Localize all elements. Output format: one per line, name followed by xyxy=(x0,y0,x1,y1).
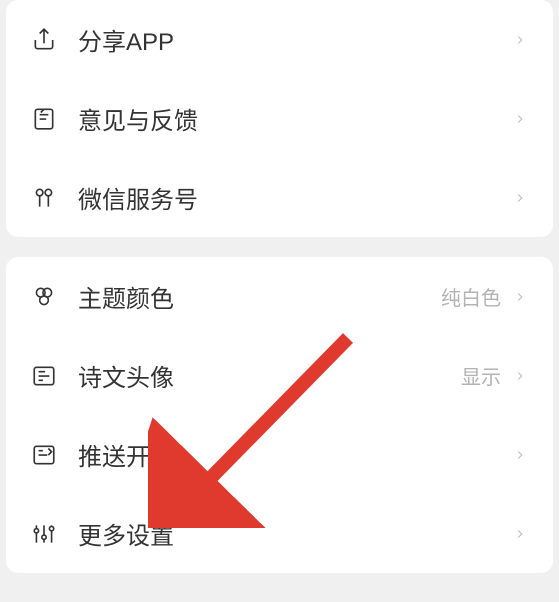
chevron-right-icon xyxy=(511,367,529,385)
menu-item-feedback[interactable]: 意见与反馈 xyxy=(6,79,553,158)
chevron-right-icon xyxy=(511,446,529,464)
share-icon xyxy=(30,26,58,54)
menu-item-label: 更多设置 xyxy=(78,516,511,551)
menu-item-label: 主题颜色 xyxy=(78,279,441,314)
push-icon xyxy=(30,441,58,469)
menu-group-1: 分享APP 意见与反馈 微信服务号 xyxy=(6,0,553,237)
menu-item-poem-avatar[interactable]: 诗文头像 显示 xyxy=(6,336,553,415)
menu-item-wechat[interactable]: 微信服务号 xyxy=(6,158,553,237)
menu-item-value: 显示 xyxy=(461,361,501,390)
menu-item-share-app[interactable]: 分享APP xyxy=(6,0,553,79)
chevron-right-icon xyxy=(511,288,529,306)
menu-item-value: 纯白色 xyxy=(441,282,501,311)
menu-item-label: 推送开启 xyxy=(78,437,511,472)
menu-item-more-settings[interactable]: 更多设置 xyxy=(6,494,553,573)
menu-group-2: 主题颜色 纯白色 诗文头像 显示 推送开启 更多设置 xyxy=(6,257,553,573)
menu-item-push-enable[interactable]: 推送开启 xyxy=(6,415,553,494)
menu-item-label: 分享APP xyxy=(78,22,511,57)
chevron-right-icon xyxy=(511,110,529,128)
chevron-right-icon xyxy=(511,31,529,49)
wechat-icon xyxy=(30,184,58,212)
feedback-icon xyxy=(30,105,58,133)
menu-item-label: 诗文头像 xyxy=(78,358,461,393)
menu-item-label: 微信服务号 xyxy=(78,180,511,215)
chevron-right-icon xyxy=(511,189,529,207)
menu-item-label: 意见与反馈 xyxy=(78,101,511,136)
theme-icon xyxy=(30,283,58,311)
menu-item-theme-color[interactable]: 主题颜色 纯白色 xyxy=(6,257,553,336)
settings-icon xyxy=(30,520,58,548)
avatar-icon xyxy=(30,362,58,390)
chevron-right-icon xyxy=(511,525,529,543)
